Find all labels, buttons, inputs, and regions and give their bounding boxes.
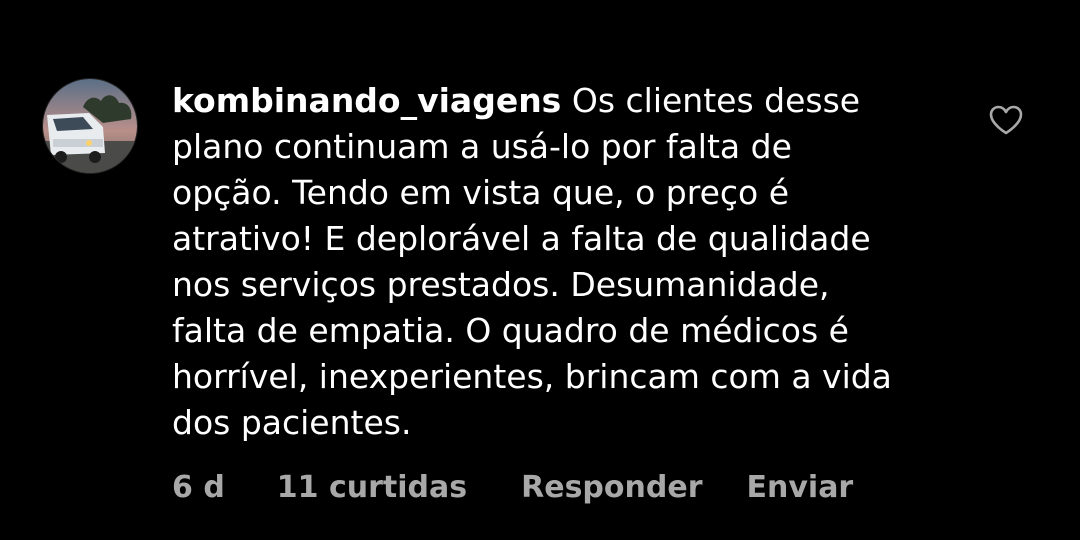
reply-button[interactable]: Responder <box>521 468 702 508</box>
heart-outline-icon <box>989 105 1023 135</box>
comment-line: plano continuam a usá-lo por falta de <box>172 127 792 166</box>
avatar-van-photo <box>43 79 137 173</box>
comment-text: Os clientes desse plano continuam a usá-l… <box>172 81 892 442</box>
likes-count[interactable]: 11 curtidas <box>277 468 467 508</box>
timestamp: 6 d <box>172 470 225 505</box>
comment-body: kombinando_viagens Os clientes desse plan… <box>172 78 942 446</box>
comment-line: opção. Tendo em vista que, o preço é <box>172 173 790 212</box>
comment-line: falta de empatia. O quadro de médicos é <box>172 311 849 350</box>
comment-line: horrível, inexperientes, brincam com a v… <box>172 357 892 396</box>
comment-line: nos serviços prestados. Desumanidade, <box>172 265 830 304</box>
comment: kombinando_viagens Os clientes desse plan… <box>0 0 1080 540</box>
comment-actions: 6 d 11 curtidas Responder Enviar <box>172 468 853 508</box>
send-button[interactable]: Enviar <box>747 468 854 508</box>
comment-line: dos pacientes. <box>172 403 412 442</box>
username[interactable]: kombinando_viagens <box>172 81 561 120</box>
comment-line: Os clientes desse <box>571 81 861 120</box>
comment-line: atrativo! E deplorável a falta de qualid… <box>172 219 871 258</box>
like-button[interactable] <box>988 104 1024 136</box>
avatar[interactable] <box>42 78 138 174</box>
